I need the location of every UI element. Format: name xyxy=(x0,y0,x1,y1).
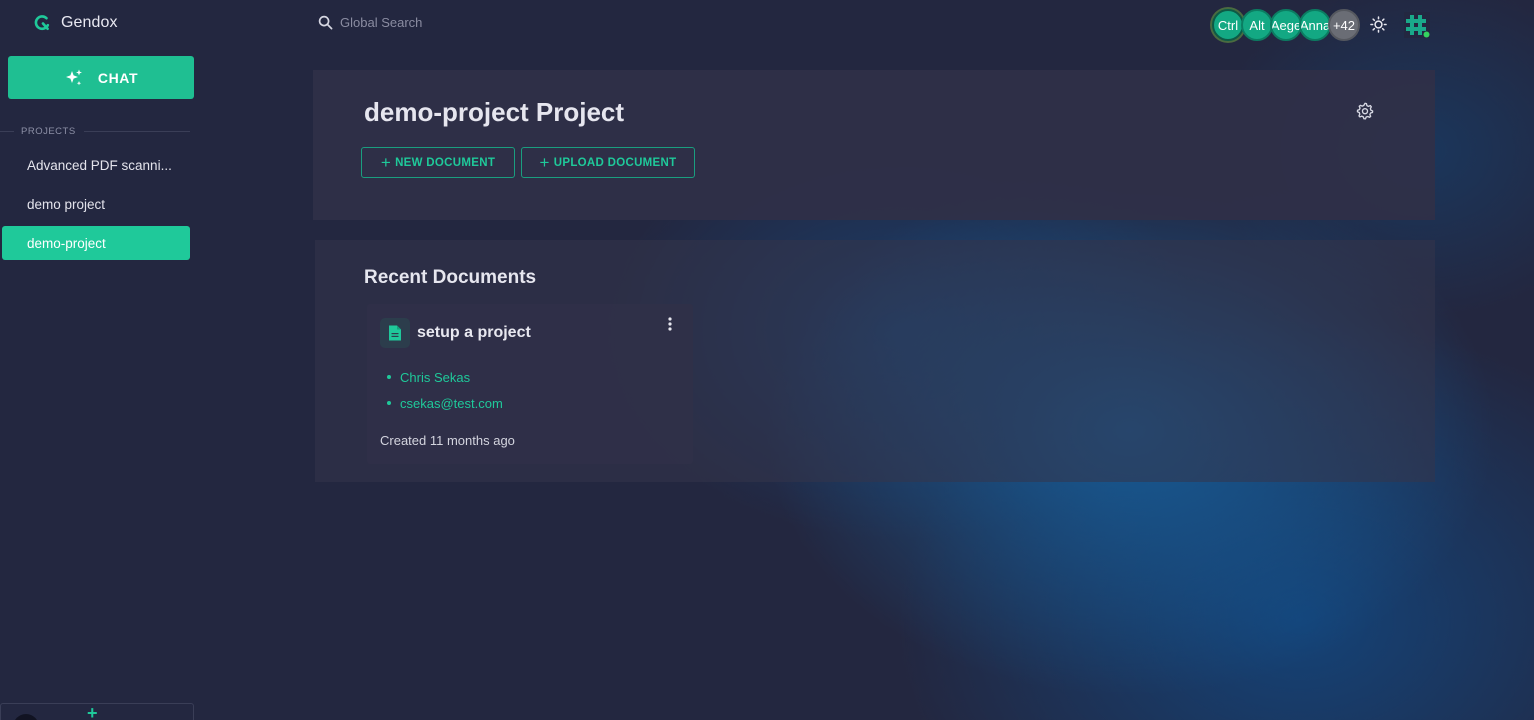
global-search xyxy=(318,15,540,30)
avatar-label: +42 xyxy=(1332,17,1356,33)
avatar[interactable]: Anna xyxy=(1299,9,1331,41)
document-meta: Chris Sekas csekas@test.com xyxy=(387,364,503,416)
more-vertical-icon[interactable] xyxy=(665,316,675,332)
brand[interactable]: Gendox xyxy=(33,14,118,32)
document-created: Created 11 months ago xyxy=(380,433,515,448)
more-users-badge[interactable]: +42 xyxy=(1328,9,1360,41)
avatar[interactable]: Alt xyxy=(1241,9,1273,41)
bullet-icon xyxy=(387,375,391,379)
document-card[interactable]: setup a project Chris Sekas csekas@test.… xyxy=(367,304,693,464)
upload-document-button[interactable]: + UPLOAD DOCUMENT xyxy=(521,147,695,178)
sidebar-item-label: demo project xyxy=(27,196,106,212)
sidebar-bottom-panel: + xyxy=(0,703,194,720)
document-email: csekas@test.com xyxy=(400,395,503,411)
sidebar-item-demo-project-space[interactable]: demo project xyxy=(2,187,190,221)
new-document-button[interactable]: + NEW DOCUMENT xyxy=(361,147,515,178)
search-icon xyxy=(318,15,333,30)
bullet-icon xyxy=(387,401,391,405)
avatar-label: Aege xyxy=(1270,17,1302,33)
sun-icon[interactable] xyxy=(1370,16,1387,33)
list-item: csekas@test.com xyxy=(387,390,503,416)
chat-button-label: CHAT xyxy=(97,69,139,86)
document-title[interactable]: setup a project xyxy=(417,324,531,342)
document-icon xyxy=(389,325,401,341)
avatar-label: Anna xyxy=(1299,17,1331,33)
avatar[interactable]: Ctrl xyxy=(1212,9,1244,41)
gear-icon[interactable] xyxy=(1356,102,1374,120)
project-list: Advanced PDF scanni... demo project demo… xyxy=(2,148,190,265)
document-icon-container xyxy=(380,318,410,348)
sidebar-item-label: demo-project xyxy=(27,235,106,251)
upload-document-label: UPLOAD DOCUMENT xyxy=(553,156,677,169)
search-input[interactable] xyxy=(340,15,540,30)
project-header: demo-project Project + NEW DOCUMENT + UP… xyxy=(313,70,1435,220)
avatar-label: Ctrl xyxy=(1217,17,1239,33)
avatar[interactable] xyxy=(13,714,39,720)
avatar[interactable]: Aege xyxy=(1270,9,1302,41)
list-item: Chris Sekas xyxy=(387,364,503,390)
projects-heading: PROJECTS xyxy=(0,124,190,138)
sparkles-icon xyxy=(65,69,82,85)
plus-icon[interactable]: + xyxy=(87,704,98,720)
section-title: Recent Documents xyxy=(364,267,537,288)
plus-icon: + xyxy=(539,152,550,172)
chat-button[interactable]: CHAT xyxy=(8,56,194,99)
app-name: Gendox xyxy=(61,14,118,31)
divider xyxy=(83,130,190,132)
active-users: Ctrl Alt Aege Anna +42 xyxy=(1212,9,1360,41)
projects-heading-label: PROJECTS xyxy=(21,125,76,137)
new-document-label: NEW DOCUMENT xyxy=(395,156,496,169)
pixel-avatar-icon[interactable] xyxy=(1404,12,1430,38)
sidebar-item-label: Advanced PDF scanni... xyxy=(27,157,172,173)
plus-icon: + xyxy=(380,152,392,172)
sidebar: Gendox CHAT PROJECTS Advanced PDF scanni… xyxy=(0,0,202,720)
divider xyxy=(0,130,14,132)
sidebar-item-demo-project[interactable]: demo-project xyxy=(2,226,190,260)
page-title: demo-project Project xyxy=(364,97,625,127)
document-author: Chris Sekas xyxy=(400,369,471,385)
gendox-logo-icon xyxy=(34,15,50,31)
avatar-label: Alt xyxy=(1249,17,1265,33)
sidebar-item-advanced-pdf[interactable]: Advanced PDF scanni... xyxy=(2,148,190,182)
recent-documents: Recent Documents setup a project Chris S… xyxy=(315,240,1435,482)
